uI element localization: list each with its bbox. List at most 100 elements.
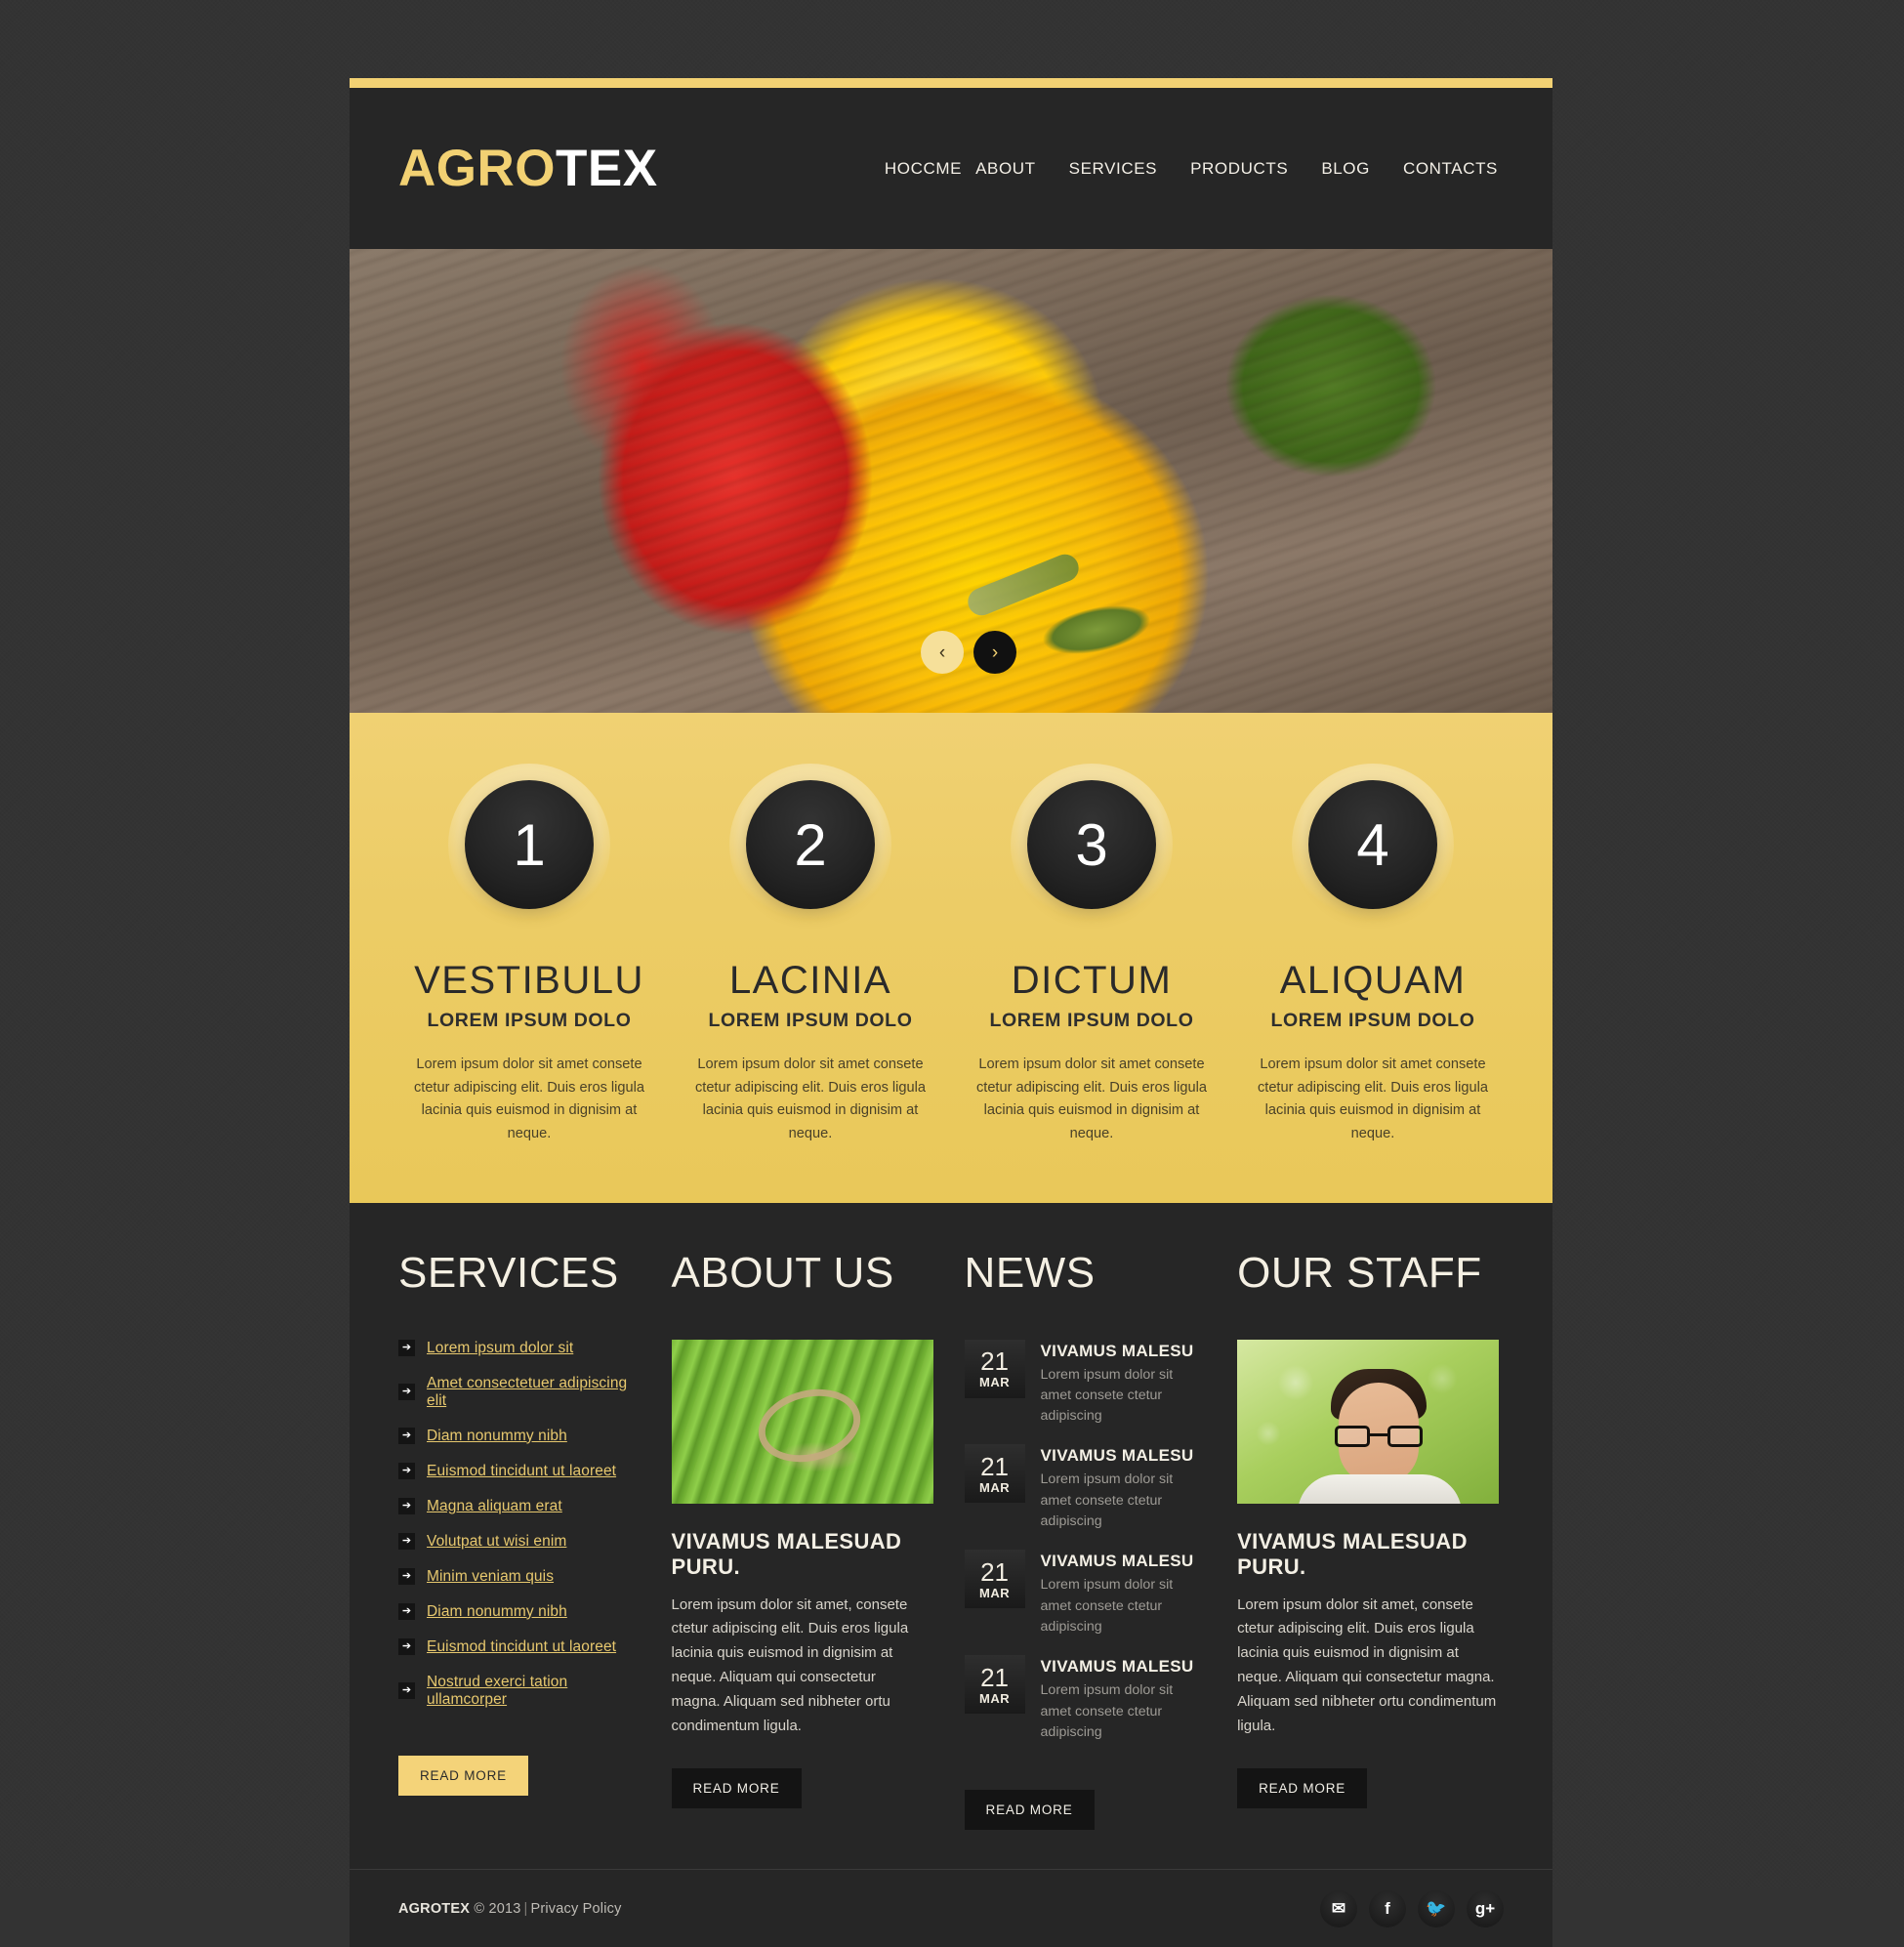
feature-number: 4 [1308, 780, 1437, 909]
feature-item: 2 LACINIA LOREM IPSUM DOLO Lorem ipsum d… [670, 764, 951, 1146]
feature-circle-1[interactable]: 1 [448, 764, 610, 926]
news-title[interactable]: VIVAMUS MALESU [1041, 1657, 1201, 1677]
arrow-icon: ➔ [398, 1340, 415, 1357]
feature-circle-2[interactable]: 2 [729, 764, 891, 926]
nav-item-products[interactable]: PRODUCTS [1190, 159, 1288, 179]
nav-item-hoccme[interactable]: HOCCME [885, 159, 962, 179]
social-links: ✉ f 🐦 g+ [1320, 1889, 1504, 1927]
services-read-more-button[interactable]: READ MORE [398, 1755, 528, 1796]
service-link[interactable]: Minim veniam quis [427, 1568, 554, 1586]
site-logo[interactable]: AGROTEX [398, 143, 658, 194]
news-title[interactable]: VIVAMUS MALESU [1041, 1552, 1201, 1571]
news-list-item: 21 MAR VIVAMUS MALESU Lorem ipsum dolor … [964, 1444, 1201, 1532]
feature-subtitle: LOREM IPSUM DOLO [708, 1010, 913, 1031]
arrow-icon: ➔ [398, 1568, 415, 1586]
nav-item-contacts[interactable]: CONTACTS [1403, 159, 1498, 179]
news-read-more-button[interactable]: READ MORE [964, 1790, 1095, 1831]
service-link[interactable]: Diam nonummy nibh [427, 1603, 567, 1621]
list-item: ➔ Nostrud exerci tation ullamcorper [398, 1674, 635, 1709]
arrow-icon: ➔ [398, 1428, 415, 1445]
email-icon[interactable]: ✉ [1320, 1889, 1357, 1927]
feature-text: Lorem ipsum dolor sit amet consete ctetu… [1257, 1056, 1489, 1141]
service-link[interactable]: Euismod tincidunt ut laoreet [427, 1638, 616, 1656]
logo-agro: AGRO [398, 140, 556, 197]
service-link[interactable]: Magna aliquam erat [427, 1498, 562, 1515]
feature-title: VESTIBULU [414, 959, 644, 1002]
feature-item: 4 ALIQUAM LOREM IPSUM DOLO Lorem ipsum d… [1232, 764, 1513, 1146]
news-list-item: 21 MAR VIVAMUS MALESU Lorem ipsum dolor … [964, 1339, 1201, 1428]
news-body: VIVAMUS MALESU Lorem ipsum dolor sit ame… [1041, 1340, 1201, 1428]
news-month: MAR [978, 1690, 1011, 1706]
feature-item: 1 VESTIBULU LOREM IPSUM DOLO Lorem ipsum… [389, 764, 670, 1146]
service-link[interactable]: Diam nonummy nibh [427, 1428, 567, 1445]
list-item: ➔ Magna aliquam erat [398, 1498, 635, 1515]
main-navigation: HOCCME ABOUT SERVICES PRODUCTS BLOG CONT… [885, 159, 1504, 179]
arrow-icon: ➔ [398, 1498, 415, 1515]
feature-subtitle: LOREM IPSUM DOLO [1270, 1010, 1475, 1031]
features-band: 1 VESTIBULU LOREM IPSUM DOLO Lorem ipsum… [350, 713, 1552, 1203]
news-day: 21 [980, 1452, 1009, 1482]
footer-brand: AGROTEX [398, 1900, 471, 1917]
logo-tex: TEX [556, 140, 658, 197]
news-day: 21 [980, 1346, 1009, 1377]
googleplus-icon[interactable]: g+ [1467, 1889, 1504, 1927]
service-link[interactable]: Euismod tincidunt ut laoreet [427, 1463, 616, 1480]
slider-prev-icon[interactable]: ‹ [921, 631, 964, 674]
services-list: ➔ Lorem ipsum dolor sit ➔ Amet consectet… [398, 1340, 635, 1709]
column-services: SERVICES ➔ Lorem ipsum dolor sit ➔ Amet … [398, 1251, 672, 1831]
feature-subtitle: LOREM IPSUM DOLO [427, 1010, 632, 1031]
news-body: VIVAMUS MALESU Lorem ipsum dolor sit ame… [1041, 1444, 1201, 1532]
feature-title: DICTUM [1011, 959, 1173, 1002]
service-link[interactable]: Volutpat ut wisi enim [427, 1533, 566, 1551]
site-footer: AGROTEX © 2013 | Privacy Policy ✉ f 🐦 g+ [350, 1869, 1552, 1947]
feature-number: 1 [465, 780, 594, 909]
service-link[interactable]: Lorem ipsum dolor sit [427, 1340, 573, 1357]
arrow-icon: ➔ [398, 1533, 415, 1551]
news-month: MAR [978, 1374, 1011, 1389]
news-date-badge: 21 MAR [964, 1655, 1025, 1715]
news-list-item: 21 MAR VIVAMUS MALESU Lorem ipsum dolor … [964, 1655, 1201, 1743]
arrow-icon: ➔ [398, 1682, 415, 1700]
slider-next-icon[interactable]: › [973, 631, 1016, 674]
list-item: ➔ Euismod tincidunt ut laoreet [398, 1638, 635, 1656]
copyright-text: AGROTEX © 2013 | Privacy Policy [398, 1901, 622, 1917]
list-item: ➔ Diam nonummy nibh [398, 1428, 635, 1445]
nav-item-about[interactable]: ABOUT [975, 159, 1036, 179]
list-item: ➔ Euismod tincidunt ut laoreet [398, 1463, 635, 1480]
staff-photo [1237, 1339, 1500, 1504]
nav-item-services[interactable]: SERVICES [1069, 159, 1157, 179]
hero-slider: ‹ › [350, 249, 1552, 713]
feature-text: Lorem ipsum dolor sit amet consete ctetu… [413, 1056, 645, 1141]
news-excerpt: Lorem ipsum dolor sit amet consete ctetu… [1040, 1471, 1174, 1530]
privacy-policy-link[interactable]: Privacy Policy [530, 1901, 621, 1917]
arrow-icon: ➔ [398, 1603, 415, 1621]
column-staff: OUR STAFF VIVAMUS MALESUAD PURU. Lorem i… [1237, 1251, 1504, 1831]
feature-circle-4[interactable]: 4 [1292, 764, 1454, 926]
news-day: 21 [980, 1662, 1009, 1692]
facebook-icon[interactable]: f [1369, 1889, 1406, 1927]
about-image-green-beans [671, 1339, 933, 1504]
staff-read-more-button[interactable]: READ MORE [1237, 1767, 1368, 1808]
list-item: ➔ Amet consectetuer adipiscing elit [398, 1375, 635, 1410]
arrow-icon: ➔ [398, 1384, 415, 1401]
about-read-more-button[interactable]: READ MORE [671, 1767, 802, 1808]
news-date-badge: 21 MAR [964, 1444, 1025, 1504]
feature-number: 2 [746, 780, 875, 909]
news-date-badge: 21 MAR [964, 1550, 1025, 1609]
news-title[interactable]: VIVAMUS MALESU [1041, 1446, 1201, 1466]
news-day: 21 [980, 1557, 1009, 1587]
news-excerpt: Lorem ipsum dolor sit amet consete ctetu… [1040, 1577, 1174, 1635]
twitter-icon[interactable]: 🐦 [1418, 1889, 1455, 1927]
news-title[interactable]: VIVAMUS MALESU [1041, 1342, 1201, 1361]
site-header: AGROTEX HOCCME ABOUT SERVICES PRODUCTS B… [350, 88, 1552, 249]
column-news: NEWS 21 MAR VIVAMUS MALESU Lorem ipsum d… [964, 1251, 1238, 1831]
news-excerpt: Lorem ipsum dolor sit amet consete ctetu… [1040, 1682, 1174, 1740]
nav-item-blog[interactable]: BLOG [1321, 159, 1370, 179]
news-body: VIVAMUS MALESU Lorem ipsum dolor sit ame… [1041, 1655, 1201, 1743]
service-link[interactable]: Nostrud exerci tation ullamcorper [427, 1674, 635, 1709]
feature-circle-3[interactable]: 3 [1011, 764, 1173, 926]
page-container: AGROTEX HOCCME ABOUT SERVICES PRODUCTS B… [350, 78, 1552, 1947]
service-link[interactable]: Amet consectetuer adipiscing elit [427, 1375, 635, 1410]
arrow-icon: ➔ [398, 1638, 415, 1656]
footer-separator: | [523, 1900, 528, 1917]
